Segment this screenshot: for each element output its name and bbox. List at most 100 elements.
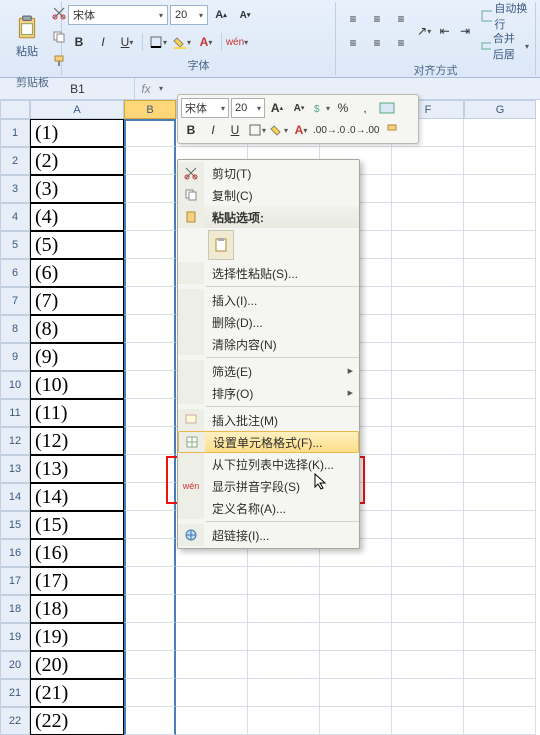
cell[interactable]: [124, 651, 176, 679]
border-button[interactable]: ▾: [147, 31, 169, 53]
font-name-select[interactable]: 宋体▾: [68, 5, 168, 25]
cell[interactable]: [248, 595, 320, 623]
cell[interactable]: [124, 343, 176, 371]
cell[interactable]: [392, 427, 464, 455]
row-header[interactable]: 16: [0, 539, 30, 567]
cell[interactable]: [392, 259, 464, 287]
ctx-copy[interactable]: 复制(C): [178, 184, 359, 206]
cell[interactable]: [124, 539, 176, 567]
fx-icon[interactable]: fx: [135, 78, 157, 100]
cell[interactable]: [176, 567, 248, 595]
cell[interactable]: [464, 511, 536, 539]
paste-button[interactable]: 粘贴: [10, 13, 44, 61]
cell[interactable]: (18): [30, 595, 124, 623]
row-header[interactable]: 6: [0, 259, 30, 287]
cell[interactable]: [464, 427, 536, 455]
cell[interactable]: [124, 371, 176, 399]
merge-center-button[interactable]: 合并后居▾: [481, 32, 529, 60]
align-center-icon[interactable]: ≡: [366, 32, 388, 54]
cell[interactable]: [392, 343, 464, 371]
ctx-insert-comment[interactable]: 插入批注(M): [178, 409, 359, 431]
cell[interactable]: [124, 679, 176, 707]
row-header[interactable]: 15: [0, 511, 30, 539]
ctx-filter[interactable]: 筛选(E)▶: [178, 360, 359, 382]
font-color-button[interactable]: A▾: [195, 31, 217, 53]
cell[interactable]: [124, 203, 176, 231]
row-header[interactable]: 20: [0, 651, 30, 679]
cell[interactable]: [464, 147, 536, 175]
row-header[interactable]: 12: [0, 427, 30, 455]
fill-color-button[interactable]: ▾: [171, 31, 193, 53]
cell[interactable]: [464, 679, 536, 707]
row-header[interactable]: 5: [0, 231, 30, 259]
cell[interactable]: [320, 623, 392, 651]
cell[interactable]: [392, 371, 464, 399]
name-box[interactable]: ▾: [0, 78, 135, 100]
cell[interactable]: [124, 567, 176, 595]
cell[interactable]: [392, 231, 464, 259]
increase-font-icon[interactable]: A▴: [210, 4, 232, 26]
cell[interactable]: [464, 259, 536, 287]
cell[interactable]: (6): [30, 259, 124, 287]
col-header[interactable]: G: [464, 100, 536, 119]
cell[interactable]: [248, 679, 320, 707]
cell[interactable]: (5): [30, 231, 124, 259]
cell[interactable]: [464, 231, 536, 259]
cell[interactable]: [392, 679, 464, 707]
align-bottom-icon[interactable]: ≡: [390, 8, 412, 30]
cell[interactable]: (9): [30, 343, 124, 371]
mini-decrease-font[interactable]: A▾: [289, 98, 309, 118]
cell[interactable]: [392, 511, 464, 539]
cell[interactable]: [124, 315, 176, 343]
cell[interactable]: [392, 147, 464, 175]
cell[interactable]: [124, 623, 176, 651]
row-header[interactable]: 18: [0, 595, 30, 623]
cell[interactable]: [124, 175, 176, 203]
cell[interactable]: (3): [30, 175, 124, 203]
font-size-select[interactable]: 20▾: [170, 5, 208, 25]
cell[interactable]: (16): [30, 539, 124, 567]
mini-format-painter[interactable]: [382, 120, 402, 140]
cell[interactable]: [124, 399, 176, 427]
bold-button[interactable]: B: [68, 31, 90, 53]
mini-underline[interactable]: U: [225, 120, 245, 140]
cell[interactable]: [392, 315, 464, 343]
row-header[interactable]: 9: [0, 343, 30, 371]
cell[interactable]: (21): [30, 679, 124, 707]
cell[interactable]: [176, 651, 248, 679]
cell[interactable]: (17): [30, 567, 124, 595]
decrease-indent-icon[interactable]: ⇤: [436, 20, 452, 42]
cell[interactable]: [320, 595, 392, 623]
cell[interactable]: (10): [30, 371, 124, 399]
ctx-show-pinyin[interactable]: wén显示拼音字段(S): [178, 475, 359, 497]
cell[interactable]: [124, 707, 176, 735]
mini-size-select[interactable]: 20▾: [231, 98, 265, 118]
cell[interactable]: [124, 595, 176, 623]
cell[interactable]: (19): [30, 623, 124, 651]
cell[interactable]: [464, 371, 536, 399]
col-header[interactable]: A: [30, 100, 124, 119]
cell[interactable]: [464, 651, 536, 679]
cell[interactable]: [392, 567, 464, 595]
cell[interactable]: [124, 511, 176, 539]
cell[interactable]: [464, 707, 536, 735]
cell[interactable]: (1): [30, 119, 124, 147]
cell[interactable]: [392, 539, 464, 567]
cell[interactable]: [464, 539, 536, 567]
cell[interactable]: [124, 287, 176, 315]
cell[interactable]: [124, 231, 176, 259]
italic-button[interactable]: I: [92, 31, 114, 53]
cell[interactable]: [248, 707, 320, 735]
row-header[interactable]: 10: [0, 371, 30, 399]
cell[interactable]: (7): [30, 287, 124, 315]
cell[interactable]: [248, 651, 320, 679]
cell[interactable]: (11): [30, 399, 124, 427]
cell[interactable]: [124, 119, 176, 147]
row-header[interactable]: 11: [0, 399, 30, 427]
cell[interactable]: [464, 483, 536, 511]
cell[interactable]: [248, 567, 320, 595]
row-header[interactable]: 2: [0, 147, 30, 175]
increase-indent-icon[interactable]: ⇥: [457, 20, 473, 42]
cell[interactable]: [464, 595, 536, 623]
mini-percent[interactable]: %: [333, 98, 353, 118]
